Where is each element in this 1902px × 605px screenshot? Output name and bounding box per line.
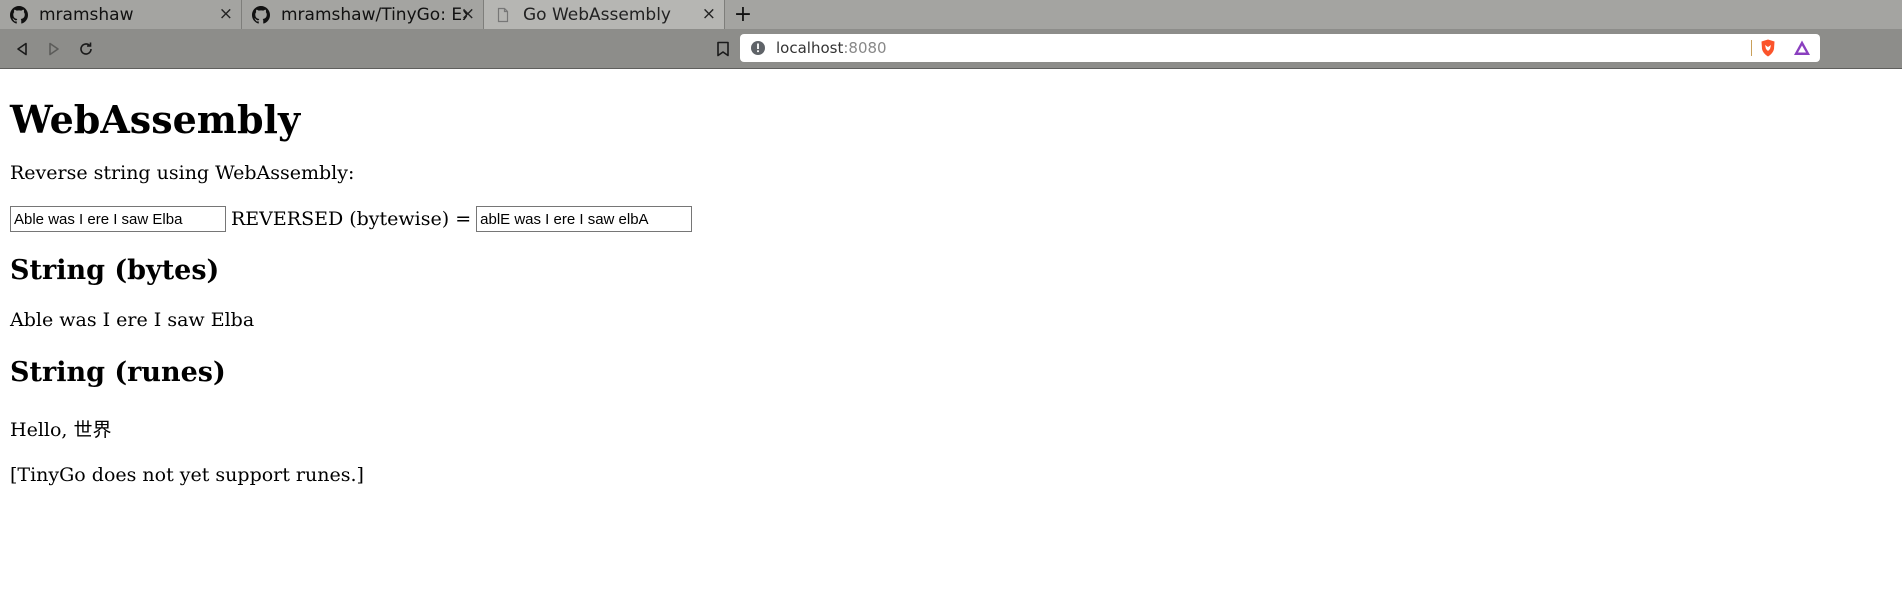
tab-strip: mramshaw × mramshaw/TinyGo: Exp × Go Web…	[0, 0, 1902, 29]
github-icon	[10, 5, 28, 24]
site-info-icon[interactable]	[750, 40, 766, 56]
tab-title: Go WebAssembly	[523, 4, 671, 25]
reversed-output-field[interactable]	[476, 206, 693, 232]
bookmark-icon[interactable]	[712, 38, 734, 60]
runes-heading: String (runes)	[10, 357, 226, 388]
new-tab-button[interactable]: +	[725, 0, 761, 29]
intro-text: Reverse string using WebAssembly:	[10, 162, 355, 184]
page-title: WebAssembly	[10, 97, 301, 142]
reversed-label: REVERSED (bytewise) =	[231, 208, 472, 230]
close-tab-icon[interactable]: ×	[461, 5, 475, 23]
url-port: :8080	[843, 39, 887, 57]
close-tab-icon[interactable]: ×	[219, 5, 233, 23]
bytes-text: Able was I ere I saw Elba	[10, 309, 255, 331]
back-icon[interactable]	[10, 37, 34, 61]
tab-title: mramshaw	[39, 4, 134, 25]
tab-mramshaw[interactable]: mramshaw ×	[0, 0, 242, 29]
bytes-heading: String (bytes)	[10, 255, 220, 286]
url-host: localhost	[776, 39, 844, 57]
tab-tinygo-repo[interactable]: mramshaw/TinyGo: Exp ×	[242, 0, 484, 29]
page-icon	[494, 6, 512, 24]
page-content: WebAssembly Reverse string using WebAsse…	[0, 97, 1902, 487]
reverse-row: REVERSED (bytewise) =	[10, 206, 1892, 232]
runes-note: [TinyGo does not yet support runes.]	[10, 464, 364, 486]
tab-go-webassembly[interactable]: Go WebAssembly ×	[484, 0, 725, 29]
close-tab-icon[interactable]: ×	[702, 5, 716, 23]
toolbar: localhost:8080	[0, 29, 1902, 69]
address-bar[interactable]: localhost:8080	[740, 34, 1820, 62]
brave-rewards-icon[interactable]	[1792, 38, 1812, 58]
runes-text: Hello, 世界	[10, 419, 112, 441]
omnibox-divider	[1751, 40, 1752, 56]
github-icon	[252, 5, 270, 24]
tab-title: mramshaw/TinyGo: Exp	[281, 4, 467, 25]
browser-chrome: mramshaw × mramshaw/TinyGo: Exp × Go Web…	[0, 0, 1902, 69]
forward-icon[interactable]	[42, 37, 66, 61]
input-string-field[interactable]	[10, 206, 226, 232]
reload-icon[interactable]	[74, 37, 98, 61]
brave-shields-icon[interactable]	[1758, 38, 1778, 58]
url-text: localhost:8080	[776, 39, 887, 57]
